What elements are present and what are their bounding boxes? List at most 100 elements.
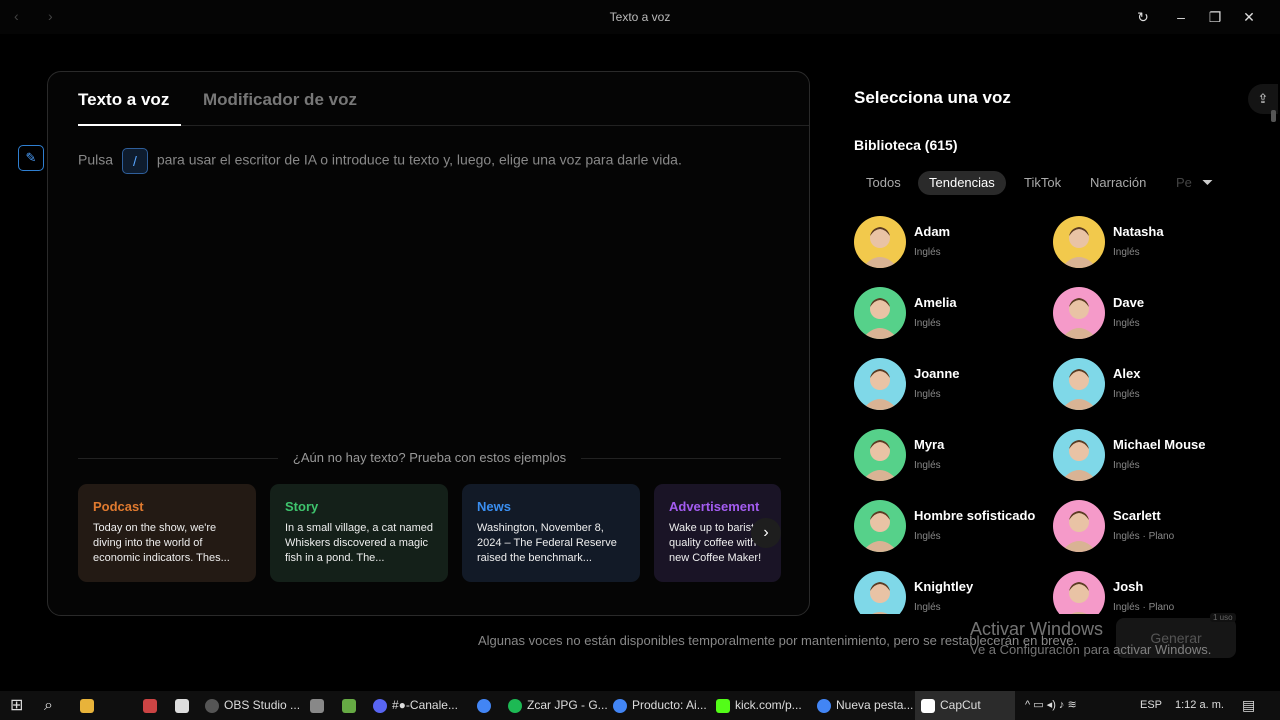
taskbar-item-spotify[interactable]: Zcar JPG - G...: [508, 691, 608, 720]
taskbar-item-chrome[interactable]: Producto: Ai...: [613, 691, 707, 720]
chevron-right-icon[interactable]: ›: [751, 518, 781, 548]
taskbar-item-kick[interactable]: kick.com/p...: [716, 691, 802, 720]
close-icon[interactable]: ✕: [1239, 8, 1259, 26]
activation-watermark-title: Activar Windows: [970, 619, 1104, 639]
clock[interactable]: 1:12 a. m.: [1175, 691, 1224, 720]
voice-language: Inglés: [914, 389, 941, 400]
usage-badge: 1 uso: [1210, 613, 1236, 622]
filter-icon[interactable]: ⏷: [1202, 174, 1218, 192]
card-title: Advertisement: [669, 499, 760, 514]
voice-language: Inglés: [1113, 460, 1140, 471]
filter-more[interactable]: Pe: [1165, 171, 1203, 195]
ai-writer-icon[interactable]: ✎: [18, 145, 44, 171]
activation-watermark-subtitle: Ve a Configuración para activar Windows.: [970, 642, 1212, 657]
app-icon[interactable]: [175, 691, 194, 720]
filter-narracion[interactable]: Narración: [1079, 171, 1157, 195]
voice-item[interactable]: Knightley Inglés: [854, 570, 1044, 614]
prompt-after: para usar el escritor de IA o introduce …: [156, 151, 682, 168]
example-card-podcast[interactable]: Podcast Today on the show, we're diving …: [78, 484, 256, 582]
examples-label: ¿Aún no hay texto? Prueba con estos ejem…: [292, 450, 567, 465]
taskbar-label: OBS Studio ...: [224, 698, 301, 712]
card-body: Washington, November 8, 2024 – The Feder…: [477, 522, 617, 564]
example-card-story[interactable]: Story In a small village, a cat named Wh…: [270, 484, 448, 582]
avatar: [1053, 287, 1105, 339]
voice-item[interactable]: Adam Inglés: [854, 215, 1044, 269]
filter-todos[interactable]: Todos: [855, 171, 912, 195]
voice-item[interactable]: Scarlett Inglés · Plano: [1053, 499, 1243, 553]
voice-item[interactable]: Joanne Inglés: [854, 357, 1044, 411]
voice-language: Inglés · Plano: [1113, 531, 1175, 542]
voice-item[interactable]: Josh Inglés · Plano: [1053, 570, 1243, 614]
scrollbar[interactable]: [1271, 110, 1276, 122]
examples-header: ¿Aún no hay texto? Prueba con estos ejem…: [78, 448, 781, 468]
voice-name: Adam: [914, 224, 951, 239]
voice-item[interactable]: Amelia Inglés: [854, 286, 1044, 340]
voice-name: Myra: [914, 437, 945, 452]
app-icon[interactable]: [143, 691, 162, 720]
voice-name: Dave: [1113, 295, 1145, 310]
windows-start-icon[interactable]: ⊞: [10, 691, 23, 720]
voice-language: Inglés: [914, 460, 941, 471]
active-tab-indicator: [78, 124, 181, 126]
voice-name: Scarlett: [1113, 508, 1161, 523]
taskbar-item-capcut[interactable]: CapCut: [915, 691, 1015, 720]
filter-tendencias[interactable]: Tendencias: [918, 171, 1006, 195]
voice-language: Inglés: [914, 318, 941, 329]
voice-language: Inglés: [914, 531, 941, 542]
refresh-icon[interactable]: ↻: [1133, 8, 1153, 26]
avatar: [854, 358, 906, 410]
taskbar-item-discord[interactable]: #●-Canale...: [373, 691, 458, 720]
filter-tiktok[interactable]: TikTok: [1013, 171, 1072, 195]
card-title: Podcast: [93, 499, 144, 514]
library-count: Biblioteca (615): [854, 137, 958, 153]
voice-language: Inglés · Plano: [1113, 602, 1175, 613]
avatar: [854, 287, 906, 339]
file-explorer-icon[interactable]: [80, 691, 99, 720]
card-title: News: [477, 499, 511, 514]
avatar: [854, 429, 906, 481]
avatar: [854, 216, 906, 268]
taskbar-item-new-tab[interactable]: Nueva pesta...: [817, 691, 913, 720]
text-input-placeholder[interactable]: Pulsa / para usar el escritor de IA o in…: [78, 148, 682, 174]
voice-item[interactable]: Michael Mouse Inglés: [1053, 428, 1243, 482]
voice-language: Inglés: [1113, 389, 1140, 400]
card-title: Story: [285, 499, 319, 514]
voice-item[interactable]: Dave Inglés: [1053, 286, 1243, 340]
prompt-before: Pulsa: [78, 151, 114, 168]
taskbar-label: Zcar JPG - G...: [527, 698, 608, 712]
tab-voice-modifier[interactable]: Modificador de voz: [203, 90, 357, 110]
example-card-news[interactable]: News Washington, November 8, 2024 – The …: [462, 484, 640, 582]
voice-name: Amelia: [914, 295, 957, 310]
voice-item[interactable]: Hombre sofisticado Inglés: [854, 499, 1044, 553]
tab-text-to-speech[interactable]: Texto a voz: [78, 90, 169, 110]
voice-item[interactable]: Natasha Inglés: [1053, 215, 1243, 269]
restore-icon[interactable]: ❐: [1205, 8, 1225, 26]
tray-icons[interactable]: ^ ▭ ◂) ♪ ≋: [1025, 691, 1077, 720]
taskbar-item-obs[interactable]: OBS Studio ...: [205, 691, 300, 720]
window-title: Texto a voz: [609, 10, 671, 24]
card-body: Today on the show, we're diving into the…: [93, 522, 230, 564]
app-icon[interactable]: [342, 691, 361, 720]
voice-name: Knightley: [914, 579, 974, 594]
voice-item[interactable]: Alex Inglés: [1053, 357, 1243, 411]
search-icon[interactable]: ⌕: [44, 691, 53, 720]
voice-name: Michael Mouse: [1113, 437, 1206, 452]
card-body: In a small village, a cat named Whiskers…: [285, 522, 433, 564]
voice-name: Hombre sofisticado: [914, 508, 1036, 523]
slash-key-badge: /: [121, 148, 148, 174]
avatar: [1053, 216, 1105, 268]
chrome-icon[interactable]: [477, 691, 496, 720]
voice-item[interactable]: Myra Inglés: [854, 428, 1044, 482]
taskbar: ⊞ ⌕ OBS Studio ... #●-Canale... Zcar JPG…: [0, 691, 1280, 720]
taskbar-label: kick.com/p...: [735, 698, 802, 712]
avatar: [1053, 429, 1105, 481]
app-icon[interactable]: [310, 691, 329, 720]
voice-name: Alex: [1113, 366, 1141, 381]
notification-icon[interactable]: ▤: [1242, 691, 1255, 720]
tab-divider: [78, 125, 809, 126]
voice-language: Inglés: [914, 247, 941, 258]
voice-name: Natasha: [1113, 224, 1164, 239]
taskbar-label: CapCut: [940, 698, 981, 712]
language-indicator[interactable]: ESP: [1140, 691, 1162, 720]
minimize-icon[interactable]: –: [1171, 8, 1191, 26]
